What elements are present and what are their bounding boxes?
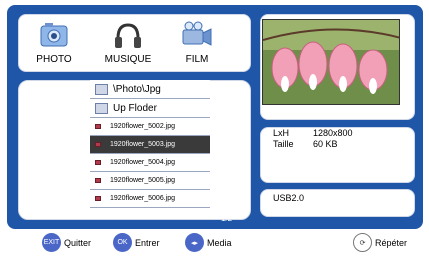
file-name: 1920flower_5004.jpg: [110, 159, 175, 166]
media-button[interactable]: ◂▸ Media: [185, 233, 232, 252]
ok-label: Entrer: [135, 237, 160, 248]
repeat-icon: ⟳: [353, 233, 372, 252]
camera-icon: [37, 20, 71, 52]
list-item[interactable]: 1920flower_5005.jpg: [90, 172, 210, 190]
image-file-icon: [95, 142, 101, 147]
arrows-left-right-icon: ◂▸: [185, 233, 204, 252]
image-file-icon: [95, 124, 101, 129]
exit-label: Quitter: [64, 237, 92, 248]
image-file-icon: [95, 160, 101, 165]
file-name: 1920flower_5006.jpg: [110, 195, 175, 202]
tab-film-label: FILM: [185, 54, 209, 65]
dimensions-value: 1280x800: [313, 128, 353, 138]
repeat-label: Répéter: [375, 237, 408, 248]
exit-button[interactable]: EXIT Quitter: [42, 233, 91, 252]
repeat-button[interactable]: ⟳ Répéter: [353, 233, 407, 252]
folder-image-icon: [95, 83, 108, 95]
up-folder-label: Up Floder: [113, 102, 157, 114]
list-item-selected[interactable]: 1920flower_5003.jpg: [90, 136, 210, 154]
exit-key-icon: EXIT: [42, 233, 61, 252]
file-list: \Photo\Jpg Up Floder 1920flower_5002.jpg…: [90, 80, 210, 208]
up-folder-row[interactable]: Up Floder: [90, 99, 210, 118]
file-name: 1920flower_5002.jpg: [110, 123, 175, 130]
dimensions-label: LxH: [273, 128, 290, 138]
file-size-line: Taille 60 KB: [273, 139, 338, 149]
tab-photo[interactable]: PHOTO: [19, 20, 89, 70]
media-type-panel: PHOTO MUSIQUE FILM: [18, 14, 251, 72]
tab-music[interactable]: MUSIQUE: [93, 20, 163, 70]
file-name: 1920flower_5005.jpg: [110, 177, 175, 184]
tab-film[interactable]: FILM: [162, 20, 232, 70]
up-folder-icon: [95, 102, 108, 114]
image-file-icon: [95, 196, 101, 201]
film-camera-icon: [180, 20, 214, 52]
file-size-label: Taille: [273, 139, 294, 149]
file-name: 1920flower_5003.jpg: [110, 141, 175, 148]
image-preview: [262, 19, 400, 105]
list-item[interactable]: 1920flower_5002.jpg: [90, 118, 210, 136]
path-row: \Photo\Jpg: [90, 80, 210, 99]
device-label: USB2.0: [273, 193, 305, 203]
ok-button[interactable]: OK Entrer: [113, 233, 160, 252]
headphones-icon: [111, 20, 145, 52]
tab-music-label: MUSIQUE: [104, 54, 152, 65]
page-indicator: 1/2: [221, 214, 233, 223]
ok-key-icon: OK: [113, 233, 132, 252]
dimensions-line: LxH 1280x800: [273, 128, 353, 138]
image-file-icon: [95, 178, 101, 183]
tab-photo-label: PHOTO: [36, 54, 72, 65]
list-item[interactable]: 1920flower_5006.jpg: [90, 190, 210, 208]
file-size-value: 60 KB: [313, 139, 338, 149]
media-label: Media: [207, 237, 232, 248]
current-path: \Photo\Jpg: [113, 83, 161, 95]
list-item[interactable]: 1920flower_5004.jpg: [90, 154, 210, 172]
